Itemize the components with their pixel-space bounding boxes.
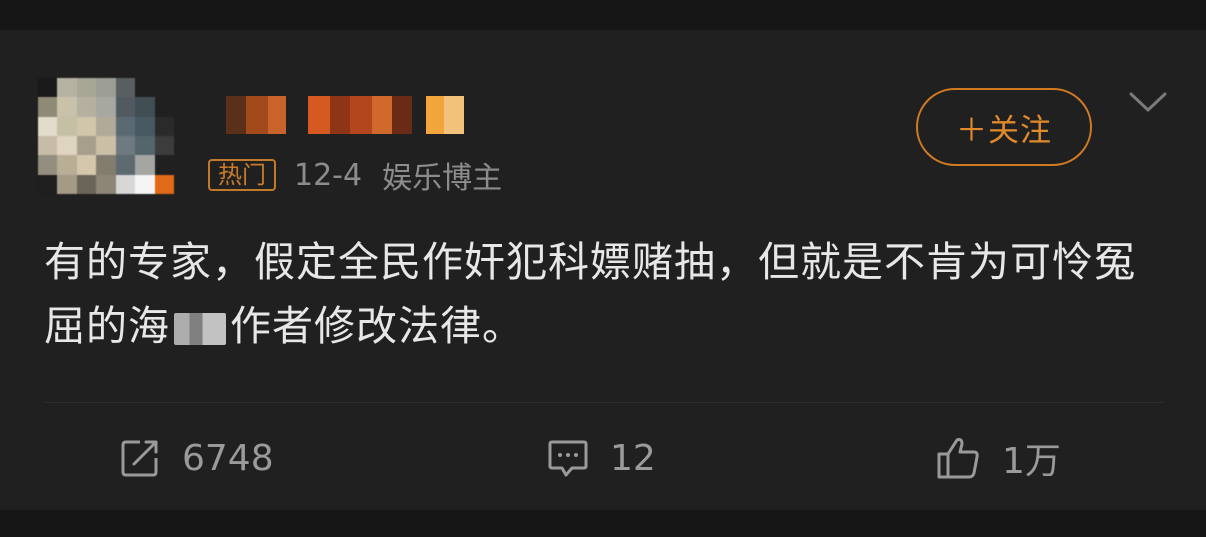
thumbs-up-icon: [934, 434, 982, 482]
hot-badge: 热门: [208, 159, 276, 191]
follow-button[interactable]: ＋关注: [916, 88, 1092, 166]
like-button[interactable]: 1万: [934, 430, 1061, 486]
user-role: 娱乐博主: [382, 161, 503, 196]
comment-button[interactable]: 12: [546, 430, 656, 486]
comment-icon: [546, 436, 590, 480]
post-time: 12-4: [294, 157, 363, 193]
action-bar: 6748 12 1万: [0, 430, 1206, 486]
avatar[interactable]: [38, 78, 174, 194]
chevron-down-icon[interactable]: [1128, 90, 1168, 114]
repost-button[interactable]: 6748: [118, 430, 274, 486]
comment-count: 12: [610, 437, 656, 479]
user-name-pixelated[interactable]: [208, 96, 488, 134]
post-card: 热门 12-4 娱乐博主 ＋关注 有的专家，假定全民作奸犯科嫖赌抽，但就是不肯为…: [0, 30, 1206, 510]
repost-count: 6748: [182, 437, 274, 479]
post-text: 有的专家，假定全民作奸犯科嫖赌抽，但就是不肯为可怜冤屈的海 作者修改法律。: [44, 230, 1164, 358]
redacted-mosaic: [174, 313, 226, 345]
divider: [44, 402, 1164, 403]
post-meta: 热门 12-4 娱乐博主: [208, 157, 502, 196]
like-count: 1万: [1002, 441, 1061, 482]
post-text-part2: 作者修改法律。: [230, 302, 524, 350]
share-icon: [118, 436, 162, 480]
